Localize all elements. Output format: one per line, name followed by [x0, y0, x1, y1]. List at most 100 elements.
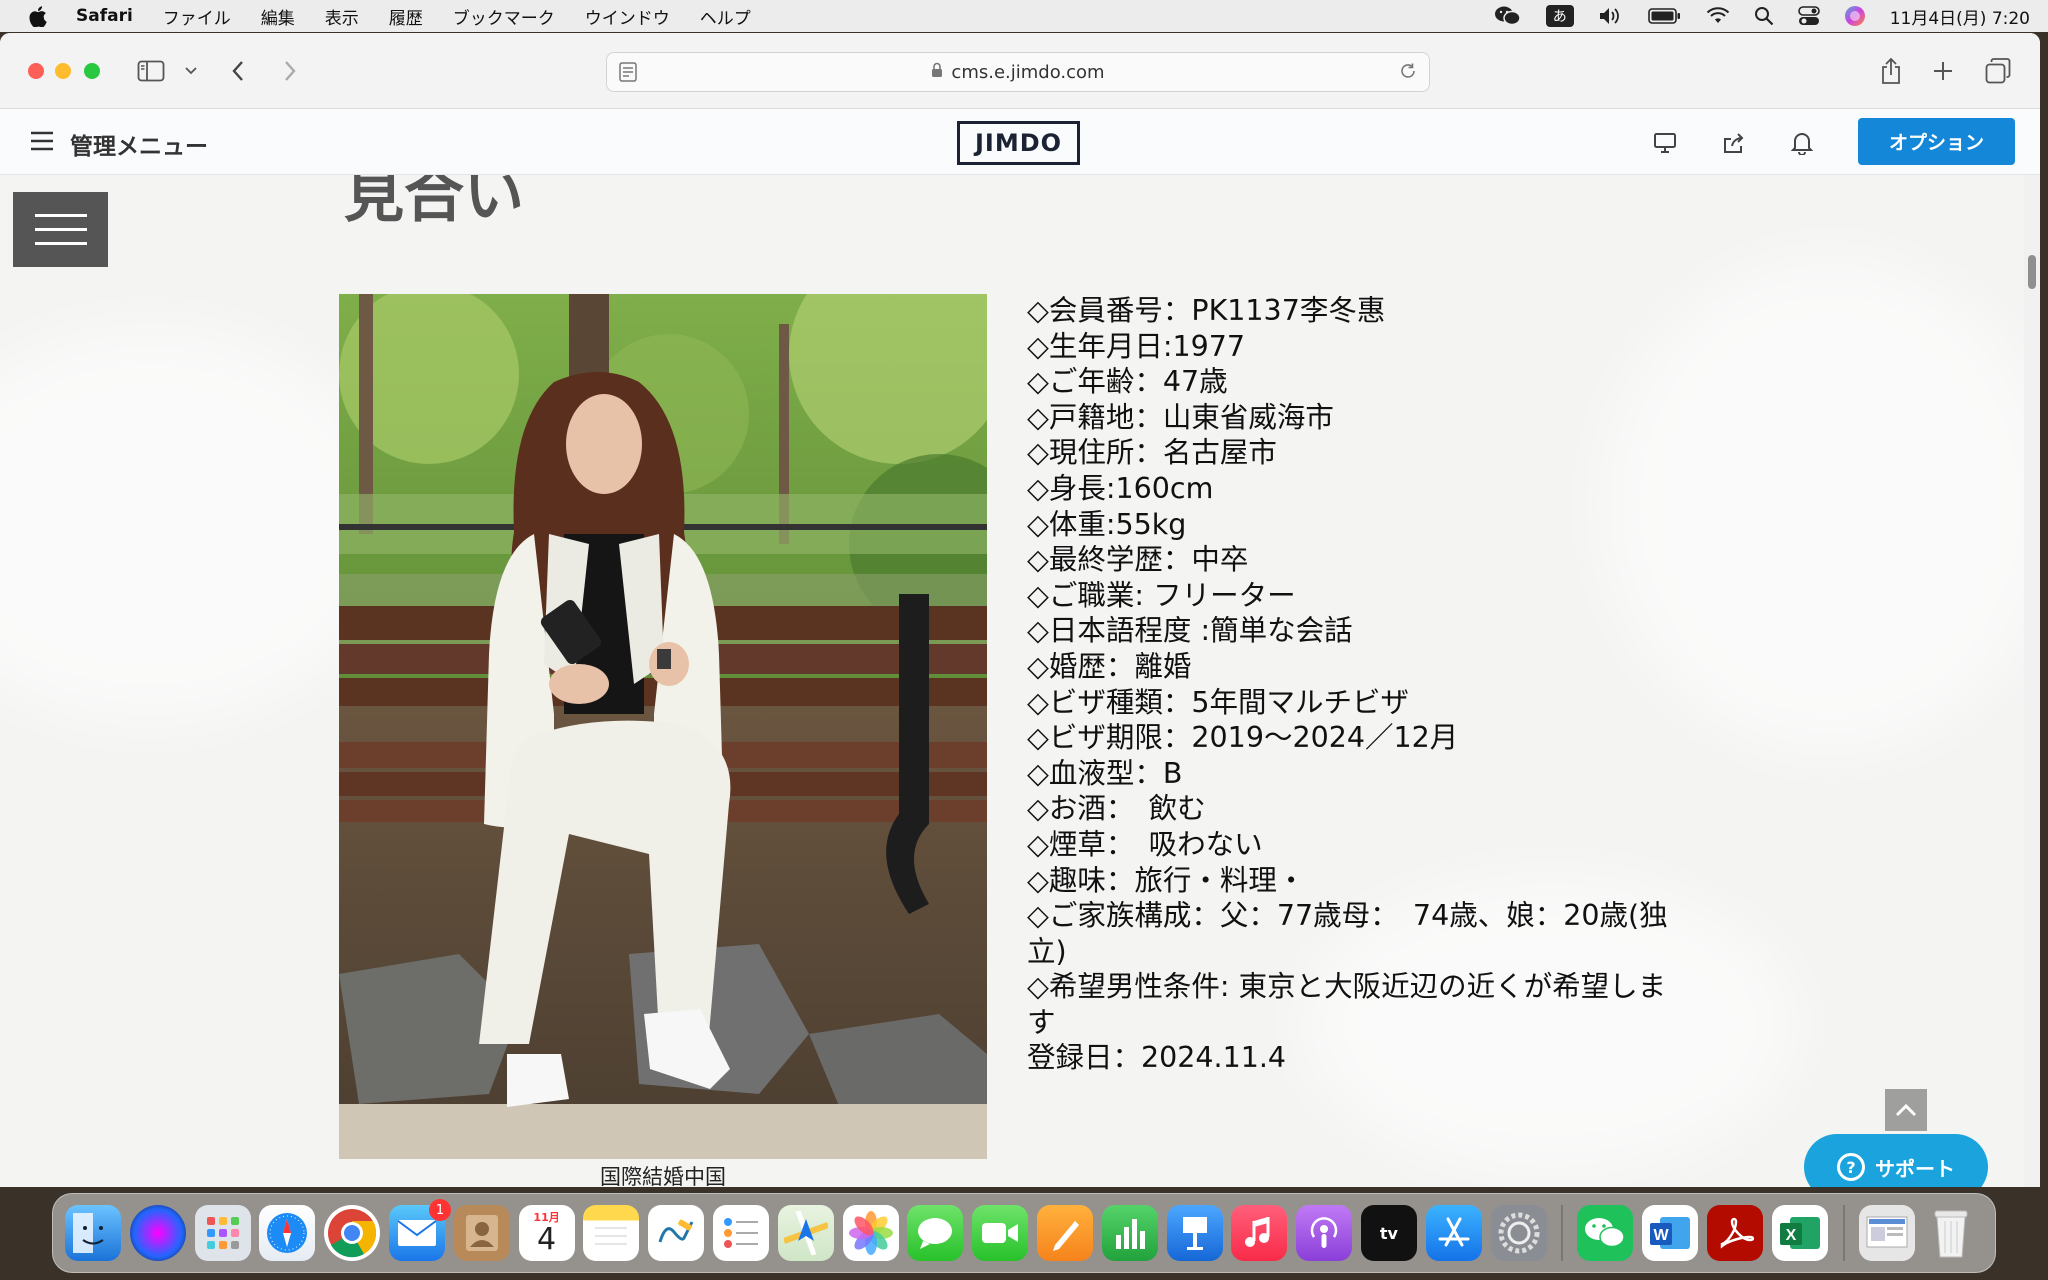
facetime-icon[interactable]: [972, 1205, 1029, 1261]
jimdo-logo[interactable]: JIMDO: [957, 121, 1080, 165]
browser-window: cms.e.jimdo.com 管理メニュー JIMDO オプション 見合い 国…: [0, 33, 2040, 1187]
trash-icon[interactable]: [1923, 1205, 1979, 1261]
profile-line: ◇身長:160cm: [1027, 471, 1214, 505]
reminders-icon[interactable]: [712, 1205, 769, 1261]
help-icon: ?: [1837, 1153, 1865, 1181]
microsoft-excel-icon[interactable]: X: [1771, 1205, 1828, 1261]
menu-bookmarks[interactable]: ブックマーク: [453, 4, 555, 29]
fullscreen-window-button[interactable]: [84, 63, 100, 79]
safari-icon[interactable]: [259, 1205, 316, 1261]
scroll-to-top-button[interactable]: [1885, 1089, 1927, 1131]
profile-line: ◇現住所：名古屋市: [1027, 436, 1277, 470]
numbers-icon[interactable]: [1101, 1205, 1158, 1261]
wifi-icon[interactable]: [1706, 0, 1730, 32]
admin-menu-label: 管理メニュー: [70, 134, 208, 160]
address-bar[interactable]: cms.e.jimdo.com: [606, 52, 1430, 92]
menu-window[interactable]: ウインドウ: [585, 4, 670, 29]
hamburger-menu-icon: [30, 131, 54, 157]
menu-history[interactable]: 履歴: [389, 4, 423, 29]
podcasts-icon[interactable]: [1296, 1205, 1353, 1261]
wechat-icon[interactable]: [1577, 1205, 1634, 1261]
siri-icon[interactable]: [1844, 0, 1866, 32]
profile-line: ◇趣味：旅行・料理・: [1027, 863, 1306, 897]
share-icon[interactable]: [1878, 53, 1904, 89]
contacts-icon[interactable]: [453, 1205, 510, 1261]
close-window-button[interactable]: [28, 63, 44, 79]
menu-file[interactable]: ファイル: [163, 4, 231, 29]
tab-overview-icon[interactable]: [1984, 53, 2012, 89]
profile-line: ◇会員番号：PK1137李冬惠: [1027, 294, 1386, 327]
maps-icon[interactable]: [777, 1205, 834, 1261]
minimize-window-button[interactable]: [55, 63, 71, 79]
profile-details: ◇会員番号：PK1137李冬惠 ◇生年月日:1977 ◇ご年齢：47歳 ◇戸籍地…: [1027, 293, 1677, 1076]
reader-view-icon[interactable]: [619, 62, 637, 87]
profile-line: ◇ビザ種類：5年間マルチビザ: [1027, 685, 1410, 719]
apple-tv-icon[interactable]: tv: [1360, 1205, 1417, 1261]
lock-icon: [931, 62, 943, 82]
chevron-up-icon: [1895, 1103, 1917, 1117]
system-settings-icon[interactable]: [1490, 1205, 1547, 1261]
launchpad-icon[interactable]: [194, 1205, 251, 1261]
preview-desktop-icon[interactable]: [1651, 129, 1679, 157]
dock-separator: [1842, 1205, 1845, 1261]
music-icon[interactable]: [1231, 1205, 1288, 1261]
support-label: サポート: [1875, 1156, 1955, 1181]
menu-help[interactable]: ヘルプ: [700, 4, 751, 29]
keynote-icon[interactable]: [1166, 1205, 1223, 1261]
app-store-icon[interactable]: [1425, 1205, 1482, 1261]
downloads-stack-icon[interactable]: [1858, 1205, 1915, 1261]
adobe-acrobat-icon[interactable]: [1706, 1205, 1763, 1261]
chevron-down-icon[interactable]: [184, 53, 198, 89]
new-tab-icon[interactable]: [1930, 53, 1956, 89]
notification-bell-icon[interactable]: [1788, 129, 1816, 157]
menu-app-safari[interactable]: Safari: [76, 6, 133, 26]
finder-icon[interactable]: [65, 1205, 121, 1261]
clock[interactable]: 11月4日(月) 7:20: [1890, 0, 2030, 32]
option-button[interactable]: オプション: [1858, 118, 2015, 165]
menu-view[interactable]: 表示: [325, 4, 359, 29]
share-export-icon[interactable]: [1720, 129, 1748, 157]
profile-line: ◇ご年齢：47歳: [1027, 365, 1228, 399]
dock: 1 11月 4 tv W X: [52, 1193, 1996, 1273]
control-center-icon[interactable]: [1797, 0, 1820, 32]
svg-text:W: W: [1654, 1227, 1670, 1244]
photos-icon[interactable]: [842, 1205, 899, 1261]
profile-line: ◇体重:55kg: [1027, 507, 1187, 541]
input-method-icon[interactable]: あ: [1545, 0, 1574, 32]
reload-icon[interactable]: [1399, 62, 1417, 85]
profile-line: ◇生年月日:1977: [1027, 329, 1246, 363]
freeform-icon[interactable]: [648, 1205, 705, 1261]
calendar-icon[interactable]: 11月 4: [518, 1205, 575, 1261]
siri-app-icon[interactable]: [129, 1205, 186, 1261]
profile-line: ◇戸籍地：山東省威海市: [1027, 400, 1334, 434]
back-icon[interactable]: [228, 53, 248, 89]
admin-menu-button[interactable]: 管理メニュー: [30, 127, 208, 161]
page-scrollbar[interactable]: [2024, 175, 2040, 1187]
forward-icon[interactable]: [280, 53, 300, 89]
site-nav-toggle-button[interactable]: [13, 192, 108, 267]
scrollbar-thumb[interactable]: [2028, 255, 2036, 289]
menu-bar: Safari ファイル 編集 表示 履歴 ブックマーク ウインドウ ヘルプ あ …: [0, 0, 2048, 32]
photo-caption: 国際結婚中国: [600, 1165, 726, 1187]
sidebar-toggle-icon[interactable]: [136, 53, 166, 89]
battery-icon[interactable]: [1647, 0, 1682, 32]
url-text: cms.e.jimdo.com: [951, 61, 1105, 83]
chrome-icon[interactable]: [324, 1205, 381, 1261]
microsoft-word-icon[interactable]: W: [1642, 1205, 1699, 1261]
wechat-tray-icon[interactable]: [1494, 0, 1522, 32]
svg-text:X: X: [1785, 1227, 1796, 1244]
profile-line: ◇血液型：B: [1027, 756, 1183, 790]
support-button[interactable]: ? サポート: [1804, 1134, 1988, 1187]
profile-line: 登録日：2024.11.4: [1027, 1041, 1287, 1075]
profile-line: ◇婚歴：離婚: [1027, 649, 1192, 683]
menu-edit[interactable]: 編集: [261, 4, 295, 29]
volume-icon[interactable]: [1598, 0, 1624, 32]
apple-menu-icon[interactable]: [26, 5, 50, 27]
profile-line: ◇希望男性条件: 東京と大阪近辺の近くが希望します: [1027, 970, 1667, 1039]
notes-icon[interactable]: [583, 1205, 640, 1261]
spotlight-search-icon[interactable]: [1754, 0, 1774, 32]
mail-icon[interactable]: 1: [388, 1199, 451, 1261]
pages-icon[interactable]: [1036, 1205, 1093, 1261]
profile-photo[interactable]: [339, 294, 987, 1159]
messages-icon[interactable]: [907, 1205, 964, 1261]
